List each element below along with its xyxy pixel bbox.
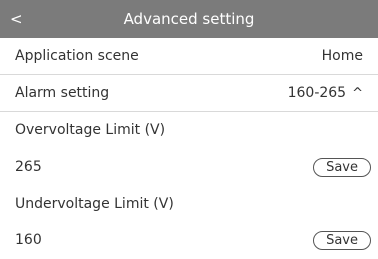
chevron-up-icon[interactable]: ^ bbox=[352, 86, 363, 101]
application-scene-row[interactable]: Application scene Home bbox=[0, 38, 378, 75]
alarm-range-text: 160-265 bbox=[287, 85, 347, 101]
overvoltage-limit-field[interactable]: 265 bbox=[15, 149, 42, 186]
advanced-setting-screen: < Advanced setting Application scene Hom… bbox=[0, 0, 378, 258]
alarm-setting-row[interactable]: Alarm setting 160-265 ^ bbox=[0, 75, 378, 112]
undervoltage-save-button[interactable]: Save bbox=[313, 231, 371, 250]
application-scene-value[interactable]: Home bbox=[322, 38, 363, 75]
alarm-setting-value[interactable]: 160-265 ^ bbox=[288, 75, 363, 112]
undervoltage-label-row: Undervoltage Limit (V) bbox=[0, 186, 378, 223]
header-bar: < Advanced setting bbox=[0, 0, 378, 38]
overvoltage-value-row: 265 Save bbox=[0, 149, 378, 186]
overvoltage-limit-label: Overvoltage Limit (V) bbox=[15, 122, 166, 138]
undervoltage-limit-label: Undervoltage Limit (V) bbox=[15, 196, 174, 212]
overvoltage-save-button[interactable]: Save bbox=[313, 158, 371, 177]
overvoltage-label-row: Overvoltage Limit (V) bbox=[0, 112, 378, 149]
undervoltage-limit-field[interactable]: 160 bbox=[15, 222, 42, 259]
application-scene-label: Application scene bbox=[15, 48, 139, 64]
alarm-setting-label: Alarm setting bbox=[15, 85, 110, 101]
page-title: Advanced setting bbox=[123, 10, 255, 28]
undervoltage-value-row: 160 Save bbox=[0, 222, 378, 259]
